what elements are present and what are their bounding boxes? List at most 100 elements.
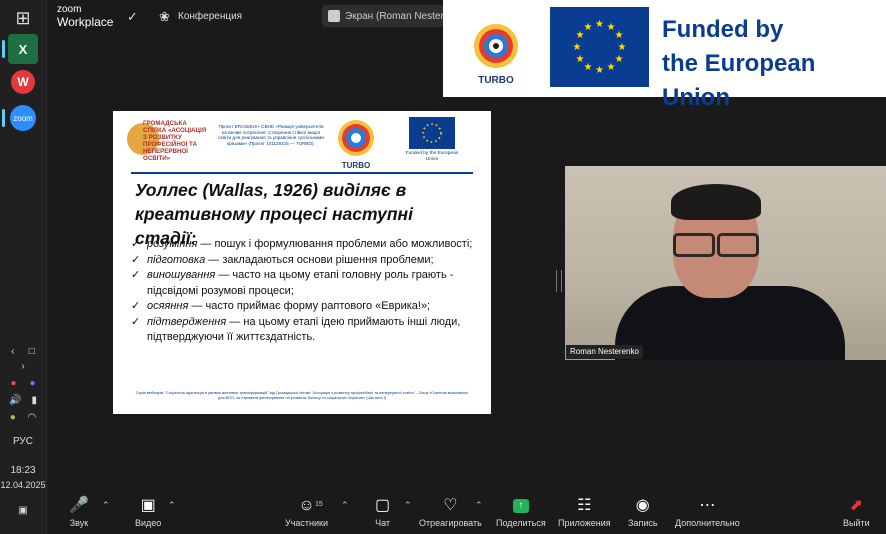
leave-door-icon: ⬈ [849,497,864,514]
meeting-toolbar: 🎤 Звук ⌃ ▣ Видео ⌃ ☺ 15 Участники ⌃ ▢ Ча… [47,488,886,534]
active-indicator [2,40,5,58]
audio-button[interactable]: 🎤 Звук [69,488,89,534]
record-label: Запись [628,518,658,528]
notification-icon[interactable]: ▣ [0,505,46,516]
svg-text:★: ★ [573,42,582,53]
chat-button[interactable]: ▢ Чат [375,488,390,534]
svg-text:★: ★ [595,19,604,30]
list-item: підготовка — закладаються основи рішення… [131,253,476,269]
volume-icon[interactable]: 🔊 [9,395,21,406]
react-label: Отреагировать [419,518,482,528]
slide-divider [131,172,473,174]
svg-text:★: ★ [584,62,593,73]
turbo-logo: TURBO [474,24,518,86]
excel-icon[interactable]: X [8,34,38,64]
language-indicator[interactable]: РУС [0,436,46,447]
turbo-logo-label: TURBO [478,75,514,86]
stage-text: — часто приймає форму раптового «Еврика!… [188,300,431,312]
apps-icon: ☷ [577,497,592,514]
chat-icon: ▢ [375,497,391,514]
react-button[interactable]: ♡ Отреагировать [419,488,482,534]
svg-text:★: ★ [607,62,616,73]
chrome-icon[interactable]: ● [10,378,16,389]
stages-list: розуміння — пошук і формулювання проблем… [131,237,476,346]
mic-muted-icon: 🎤 [69,497,89,514]
record-icon: ◉ [635,497,650,514]
eu-line2: the European Union [662,50,816,111]
record-button[interactable]: ◉ Запись [628,488,658,534]
video-options-caret-icon[interactable]: ⌃ [168,500,176,511]
list-item: виношування — часто на цьому етапі голов… [131,268,476,299]
eu-funding-banner: TURBO ★ ★ ★ ★ ★ ★ ★ ★ ★ ★ ★ ★ Funded by the Euro… [443,0,886,111]
participant-glasses [673,233,759,257]
wps-icon[interactable]: W [11,70,35,94]
clock-time[interactable]: 18:23 [0,465,46,476]
active-indicator [2,109,5,127]
svg-text:★: ★ [595,65,604,76]
share-button[interactable]: ↑ Поделиться [496,488,546,534]
audio-label: Звук [69,518,89,528]
react-caret-icon[interactable]: ⌃ [475,500,483,511]
stage-term: підтвердження [147,315,227,328]
more-button[interactable]: ⋯ Дополнительно [675,488,740,534]
participants-label: Участники [285,518,328,528]
slide-header: Громадська спілка «Асоціація з розвитку … [113,111,491,171]
participants-button[interactable]: ☺ 15 Участники [285,488,328,534]
messenger-icon[interactable]: ● [29,378,35,389]
svg-text:★: ★ [615,54,624,65]
windows-start-icon[interactable]: ⊞ [8,3,38,33]
apps-button[interactable]: ☷ Приложения [558,488,611,534]
wifi-icon[interactable]: ◠ [27,412,36,423]
svg-text:★: ★ [584,22,593,33]
participant-name-tag: Roman Nesterenko [566,345,643,359]
more-label: Дополнительно [675,518,740,528]
stage-term: виношування [147,269,216,281]
stage-text: — пошук і формулювання проблеми або можл… [197,238,473,250]
share-arrow-icon: ↑ [512,499,529,513]
association-title: Громадська спілка «Асоціація з розвитку … [143,120,207,162]
paw-icon[interactable]: ❀ [159,9,170,25]
project-description: Проєкт ERASMUS+ CBHE «Реакція університе… [218,124,324,146]
screen-icon [328,10,340,22]
meeting-label: Конференция [178,11,243,22]
apps-label: Приложения [558,518,611,528]
zoom-logo: zoom Workplace [57,4,113,28]
slide-footer: Серія вебінарів "Соціальна адаптація в у… [135,390,469,400]
list-item: підтвердження — на цьому етапі ідею прий… [131,315,476,346]
chevron-right-icon[interactable]: › [21,361,24,372]
list-item: розуміння — пошук і формулювання проблем… [131,237,476,253]
shield-icon[interactable]: ● [10,412,16,423]
slide-eu-logo: Funded by the European Union [401,117,463,169]
leave-label: Выйти [843,518,870,528]
shield-check-icon[interactable]: ✓ [127,9,138,25]
stage-term: розуміння [147,238,198,250]
battery-icon[interactable]: ▮ [31,395,37,406]
zoom-logo-line2: Workplace [57,15,114,29]
participants-caret-icon[interactable]: ⌃ [341,500,349,511]
clock-date[interactable]: 12.04.2025 [0,480,46,490]
video-label: Видео [135,518,162,528]
slide-eu-flag-icon [409,117,455,149]
audio-options-caret-icon[interactable]: ⌃ [102,500,110,511]
chat-caret-icon[interactable]: ⌃ [404,500,412,511]
windows-taskbar: ⊞ X W zoom ‹ □ › ● ● 🔊 ▮ ● ◠ РУС 18:23 12.04… [0,0,47,534]
stage-text: — закладаються основи рішення проблеми; [205,253,434,266]
eu-funding-text: Funded by the European Union [662,13,886,115]
eu-flag-icon: ★ ★ ★ ★ ★ ★ ★ ★ ★ ★ ★ ★ [550,7,649,87]
splitter-handle[interactable] [556,270,562,292]
chat-label: Чат [375,518,391,528]
list-item: осяяння — часто приймає форму раптового … [131,299,476,315]
eu-line1: Funded by [662,16,784,43]
chevron-left-icon[interactable]: ‹ [11,346,14,357]
leave-button[interactable]: ⬈ Выйти [843,488,870,534]
tray-box-icon[interactable]: □ [29,346,35,357]
participant-video[interactable]: Roman Nesterenko [565,166,886,360]
share-label: Поделиться [496,518,546,528]
svg-text:★: ★ [615,30,624,41]
zoom-app-icon[interactable]: zoom [10,105,36,131]
participants-icon: ☺ [298,497,315,514]
shared-slide: Громадська спілка «Асоціація з розвитку … [113,111,491,414]
slide-turbo-logo: TURBO [338,120,374,170]
video-button[interactable]: ▣ Видео [135,488,161,534]
stage-term: підготовка [147,253,206,266]
